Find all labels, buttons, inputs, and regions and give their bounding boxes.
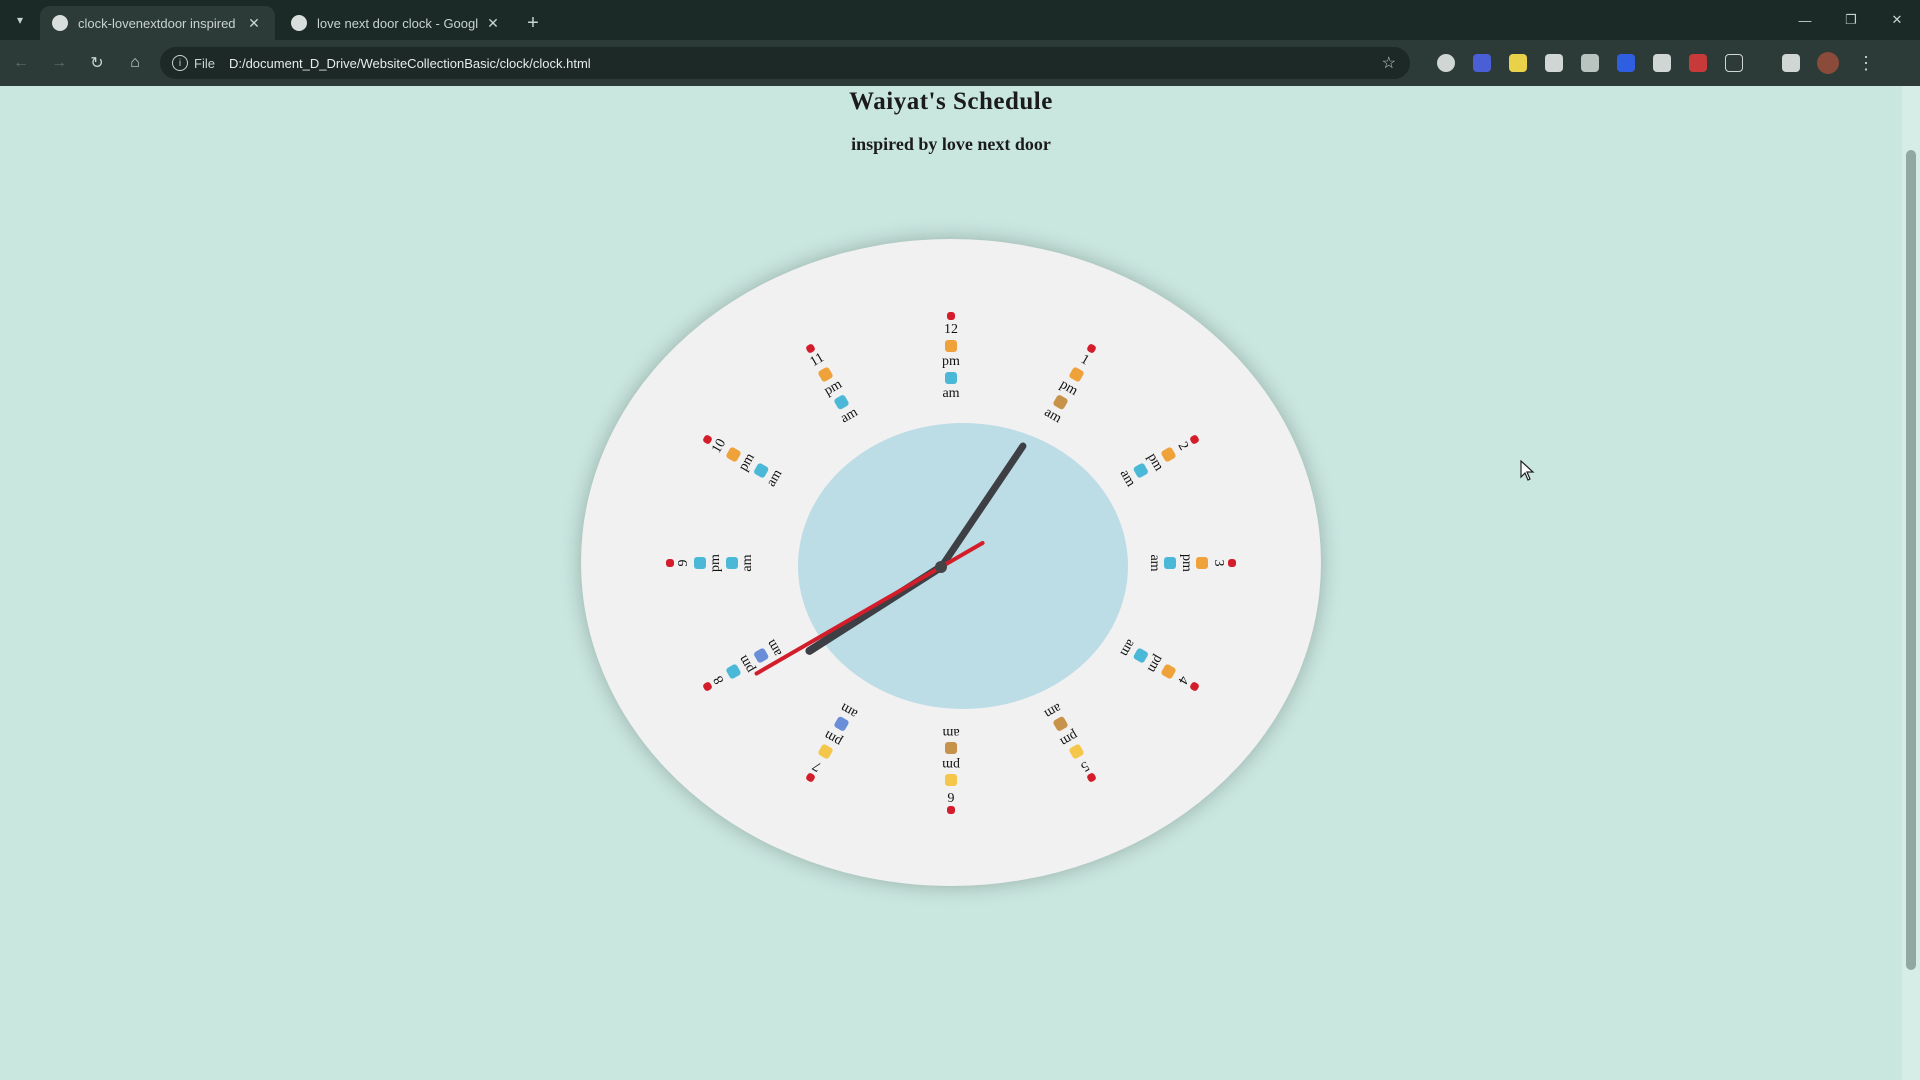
- bookmark-star-icon[interactable]: ☆: [1382, 53, 1396, 73]
- media-control-icon[interactable]: [1782, 54, 1800, 72]
- am-label: am: [942, 385, 960, 401]
- minimize-icon[interactable]: —: [1782, 0, 1828, 40]
- hour-marker-10: 10 pm am: [691, 415, 796, 504]
- am-label: am: [838, 699, 861, 721]
- hour-marker-1: 1 pm am: [1026, 332, 1115, 437]
- hour-dot-icon: [666, 559, 674, 567]
- pm-label: pm: [708, 554, 723, 572]
- am-label: am: [1116, 466, 1139, 490]
- page-title: Waiyat's Schedule: [849, 88, 1053, 115]
- hour-marker-3: 3 pm am: [1145, 538, 1237, 588]
- forward-arrow-icon[interactable]: →: [42, 46, 76, 80]
- new-tab-button[interactable]: +: [518, 6, 548, 40]
- hour-marker-7: 7 pm am: [786, 689, 875, 794]
- scrollbar[interactable]: [1902, 86, 1920, 1080]
- monitor-icon[interactable]: [1653, 54, 1671, 72]
- shield-icon[interactable]: [1545, 54, 1563, 72]
- hour-number: 6: [947, 789, 955, 805]
- tab-clock[interactable]: clock-lovenextdoor inspired ✕: [40, 6, 275, 40]
- hour-marker-2: 2 pm am: [1107, 415, 1212, 504]
- hour-marker-6: 6 pm am: [926, 723, 976, 815]
- hour-marker-11: 11 pm am: [786, 332, 875, 437]
- home-icon[interactable]: ⌂: [118, 46, 152, 80]
- info-icon[interactable]: i: [172, 55, 188, 71]
- hour-marker-4: 4 pm am: [1107, 622, 1212, 711]
- browser-toolbar: ← → ↻ ⌂ i File D:/document_D_Drive/Websi…: [0, 40, 1920, 86]
- am-label: am: [1147, 554, 1162, 572]
- address-bar[interactable]: i File D:/document_D_Drive/WebsiteCollec…: [160, 47, 1410, 79]
- url-text[interactable]: D:/document_D_Drive/WebsiteCollectionBas…: [229, 56, 1382, 71]
- scrollbar-thumb[interactable]: [1906, 150, 1916, 970]
- extension-icon[interactable]: [1473, 54, 1491, 72]
- clock-hub: [935, 561, 947, 573]
- clock-center-disc: [798, 423, 1128, 709]
- page-subtitle: inspired by love next door: [851, 134, 1051, 154]
- mouse-cursor-icon: [1520, 460, 1535, 481]
- tab-title: love next door clock - Googl: [317, 15, 479, 31]
- tab-list: ▾ clock-lovenextdoor inspired ✕ love nex…: [0, 0, 548, 40]
- restore-icon[interactable]: ❐: [1828, 0, 1874, 40]
- hour-marker-9: 9 pm am: [665, 538, 757, 588]
- extension-icon[interactable]: [1581, 54, 1599, 72]
- hour-dot-icon: [947, 311, 955, 320]
- close-tab-icon[interactable]: ✕: [245, 15, 263, 32]
- scheme-label: File: [194, 55, 215, 71]
- window-controls: — ❐ ✕: [1782, 0, 1920, 40]
- tab-title: clock-lovenextdoor inspired: [78, 15, 236, 31]
- avatar[interactable]: [1817, 52, 1839, 74]
- hour-number: 10: [709, 436, 730, 456]
- hour-marker-8: 8 pm am: [691, 622, 796, 711]
- hour-number: 9: [676, 559, 691, 567]
- globe-icon: [52, 15, 68, 31]
- pm-activity-icon: [694, 557, 706, 569]
- hour-dot-icon: [1228, 559, 1236, 567]
- extensions-row: ⋮: [1428, 52, 1875, 74]
- pm-activity-icon: [945, 339, 957, 352]
- pm-activity-icon: [1196, 557, 1208, 569]
- hour-number: 1: [1077, 352, 1092, 369]
- am-activity-icon: [945, 371, 957, 384]
- hour-number: 8: [711, 673, 728, 687]
- more-menu-icon[interactable]: ⋮: [1857, 53, 1875, 74]
- hour-dot-icon: [947, 806, 955, 815]
- pm-label: pm: [942, 353, 960, 369]
- back-arrow-icon[interactable]: ←: [4, 46, 38, 80]
- tab-google-search[interactable]: love next door clock - Googl ✕: [279, 6, 514, 40]
- am-label: am: [942, 725, 960, 741]
- am-activity-icon: [726, 557, 738, 569]
- pm-label: pm: [736, 450, 759, 474]
- extension-icon[interactable]: [1509, 54, 1527, 72]
- hour-number: 4: [1174, 673, 1191, 687]
- am-activity-icon: [945, 742, 957, 755]
- pm-label: pm: [1057, 726, 1081, 749]
- clock-face: 12 pm am 1 pm am 2 pm am 3 pm am 4 pm am 5 pm am 6 pm am 7 pm a…: [581, 239, 1321, 886]
- extension-icon[interactable]: [1689, 54, 1707, 72]
- hour-marker-12: 12 pm am: [926, 311, 976, 403]
- hour-number: 5: [1077, 757, 1092, 774]
- puzzle-icon[interactable]: [1725, 54, 1743, 72]
- am-label: am: [740, 554, 755, 572]
- extension-icon[interactable]: [1617, 54, 1635, 72]
- pm-label: pm: [942, 757, 960, 773]
- reload-icon[interactable]: ↻: [80, 46, 114, 80]
- hour-number: 3: [1211, 559, 1226, 567]
- hour-marker-5: 5 pm am: [1026, 689, 1115, 794]
- pm-label: pm: [1179, 554, 1194, 572]
- pm-activity-icon: [945, 774, 957, 787]
- am-label: am: [763, 466, 786, 490]
- am-label: am: [838, 405, 861, 427]
- close-tab-icon[interactable]: ✕: [484, 15, 502, 32]
- browser-tab-strip: ▾ clock-lovenextdoor inspired ✕ love nex…: [0, 0, 1920, 40]
- hour-number: 12: [944, 321, 958, 337]
- am-activity-icon: [1164, 557, 1176, 569]
- am-label: am: [1041, 699, 1064, 721]
- close-window-icon[interactable]: ✕: [1874, 0, 1920, 40]
- google-icon: [291, 15, 307, 31]
- extension-icon[interactable]: [1437, 54, 1455, 72]
- tab-search-chevron-icon[interactable]: ▾: [0, 0, 40, 40]
